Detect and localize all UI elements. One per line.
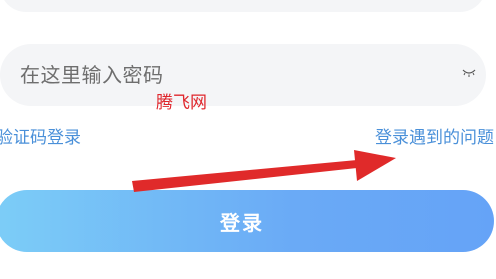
sms-login-link[interactable]: 验证码登录 [0,126,81,150]
login-problems-link[interactable]: 登录遇到的问题 [375,126,494,150]
login-button-label: 登录 [220,210,264,235]
login-screen: 在这里输入密码 腾飞网 验证码登录 登录遇到的问题 登录 [0,0,496,279]
password-placeholder: 在这里输入密码 [20,63,164,87]
account-input[interactable] [0,0,486,12]
eye-closed-icon[interactable] [462,68,476,78]
login-button[interactable]: 登录 [0,190,494,252]
watermark-text: 腾飞网 [156,93,207,113]
